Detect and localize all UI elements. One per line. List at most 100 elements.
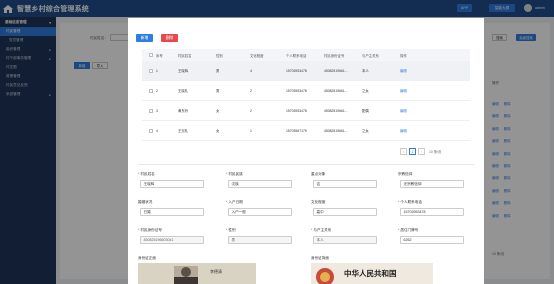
form-field[interactable]: 否 <box>313 180 377 188</box>
column-header: 操作 <box>400 53 407 58</box>
next-page-button[interactable]: › <box>418 148 425 155</box>
table-cell: 15703567179 <box>286 128 307 133</box>
table-cell: 王晓礼 <box>178 89 189 93</box>
edit-link[interactable]: 编辑 <box>400 108 430 113</box>
form-field[interactable]: 6262 <box>400 236 464 244</box>
table-cell: 4 <box>250 68 252 73</box>
table-row[interactable]: 3 黄东玲 女 2 15703953478 45082519661... 配偶 编辑 <box>142 101 470 121</box>
form-label: *村民身份证号 <box>138 228 162 233</box>
row-checkbox-cell <box>142 68 156 73</box>
table-row[interactable]: 2 王晓礼 男 2 15703953478 45082519661... 之女 编辑 <box>142 81 470 101</box>
table-cell: 女 <box>216 109 220 113</box>
row-checkbox-cell <box>142 108 156 113</box>
form-label-text: 婚姻状况 <box>138 200 153 204</box>
section-divider <box>138 164 474 165</box>
table-cell: 3 <box>156 108 158 113</box>
villager-table: 序号 村民姓名 性别 文化程度 个人联系电话 村民身份证号 与户主关系 操作 1 王晓辉男 4 15… <box>142 49 470 141</box>
form-label: 文化程度 <box>311 200 325 205</box>
prev-page-button[interactable]: ‹ <box>400 148 407 155</box>
form-label-text: 村民身份证号 <box>140 228 162 232</box>
edit-link[interactable]: 编辑 <box>400 68 430 73</box>
id-front-photo[interactable]: 李德清 <box>138 263 256 284</box>
table-cell: 2 <box>250 88 252 93</box>
table-cell: 15703953478 <box>286 88 307 93</box>
form-label: 重点对象 <box>311 172 325 177</box>
page-size-select[interactable]: 10 条/页 <box>429 149 441 154</box>
row-checkbox-cell <box>142 88 156 93</box>
table-cell: 45082519661... <box>324 88 348 93</box>
form-label: *入户日期 <box>226 200 243 205</box>
table-cell: 45082519661... <box>324 128 348 133</box>
form-field[interactable]: 汉族 <box>228 180 292 188</box>
form-label-text: 个人联系电话 <box>400 200 422 204</box>
id-front-label: 身份证正面 <box>138 256 156 260</box>
row-checkbox[interactable] <box>149 128 153 133</box>
form-label-text: 村民姓名 <box>140 172 155 176</box>
edit-link[interactable]: 编辑 <box>400 128 430 133</box>
table-cell: 之女 <box>362 89 369 93</box>
table-cell: 之女 <box>362 129 369 133</box>
row-checkbox[interactable] <box>149 88 153 93</box>
page-number-button[interactable]: 1 <box>409 148 416 155</box>
row-checkbox[interactable] <box>149 108 153 113</box>
form-field: 男 <box>228 236 292 244</box>
table-cell: 王兄礼 <box>178 129 189 133</box>
column-header: 与户主关系 <box>362 53 379 58</box>
column-header: 个人联系电话 <box>286 53 307 58</box>
edit-link[interactable]: 编辑 <box>400 88 430 93</box>
form-field[interactable]: 已婚 <box>140 208 204 216</box>
table-row[interactable]: 1 王晓辉 男 4 15703953478 45082519661... 本人 编辑 <box>142 61 470 81</box>
table-cell: 男 <box>216 69 220 73</box>
form-field[interactable]: 无宗教信仰 <box>400 180 464 188</box>
form-label: *与户主关系 <box>311 228 331 233</box>
row-checkbox-cell <box>142 128 156 133</box>
id-back-photo[interactable]: 中华人民共和国 <box>311 263 433 284</box>
form-label-text: 居住门牌号 <box>400 228 419 232</box>
form-field: 450825196603041 <box>140 236 204 244</box>
id-front-name: 李德清 <box>210 268 222 274</box>
table-cell: 15703953478 <box>286 68 307 73</box>
table-cell: 2 <box>156 88 158 93</box>
table-cell: 1 <box>250 128 252 133</box>
table-cell: 4 <box>156 128 158 133</box>
form-label: 宗教信仰 <box>398 172 412 177</box>
id-back-label: 身份证背面 <box>311 256 329 260</box>
add-button[interactable]: 新增 <box>136 34 153 42</box>
form-label-text: 宗教信仰 <box>398 172 413 176</box>
pagination: ‹ 1 › 10 条/页 <box>400 148 441 155</box>
table-cell: 配偶 <box>362 109 369 113</box>
delete-button[interactable]: 删除 <box>161 34 178 42</box>
table-cell: 女 <box>216 129 220 133</box>
table-row[interactable]: 4 王兄礼 女 1 15703567179 45082519661... 之女 编辑 <box>142 121 470 141</box>
column-header: 序号 <box>156 53 163 58</box>
column-header: 性别 <box>216 53 223 58</box>
form-label: *性别 <box>226 228 236 233</box>
form-label-text: 重点对象 <box>311 172 326 176</box>
form-field[interactable]: 高中 <box>313 208 377 216</box>
form-label-text: 与户主关系 <box>313 228 332 232</box>
id-back-title: 中华人民共和国 <box>344 268 397 278</box>
table-cell: 2 <box>250 108 252 113</box>
row-checkbox[interactable] <box>149 68 153 73</box>
form-label: *村民民族 <box>226 172 243 177</box>
form-field[interactable]: 15703953478 <box>400 208 464 216</box>
table-cell: 王晓辉 <box>178 69 189 73</box>
form-field[interactable]: 入户一般 <box>228 208 292 216</box>
form-label: *个人联系电话 <box>398 200 422 205</box>
column-header: 文化程度 <box>250 53 264 58</box>
form-label-text: 入户日期 <box>228 200 243 204</box>
table-cell: 本人 <box>362 69 369 73</box>
select-all-checkbox[interactable] <box>149 53 153 57</box>
form-field: 本人 <box>313 236 377 244</box>
table-cell: 男 <box>216 89 220 93</box>
villager-modal: 新增 删除 序号 村民姓名 性别 文化程度 个人联系电话 村民身份证号 与户主关系 操作 1王… <box>128 18 484 284</box>
form-label: 婚姻状况 <box>138 200 152 205</box>
column-header: 村民身份证号 <box>324 53 345 58</box>
form-label-text: 文化程度 <box>311 200 326 204</box>
header-checkbox-cell <box>142 53 156 57</box>
table-header: 序号 村民姓名 性别 文化程度 个人联系电话 村民身份证号 与户主关系 操作 <box>142 49 470 61</box>
form-label-text: 性别 <box>228 228 236 232</box>
id-back-image: 中华人民共和国 <box>311 263 433 284</box>
form-label: *居住门牌号 <box>398 228 418 233</box>
form-field[interactable]: 王晓辉 <box>140 180 204 188</box>
